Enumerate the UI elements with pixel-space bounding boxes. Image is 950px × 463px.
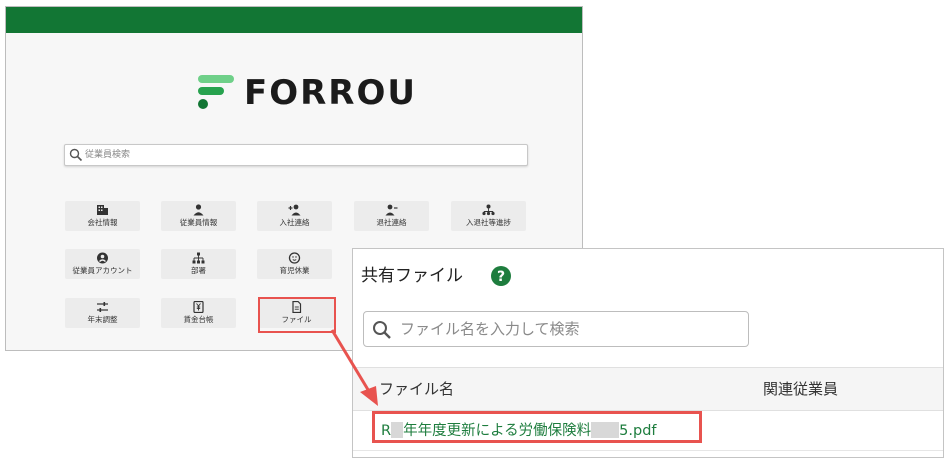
tile-childcare-leave[interactable]: 育児休業 — [257, 249, 332, 279]
sliders-icon — [97, 302, 108, 312]
tile-hire-leave-progress[interactable]: 入退社等進捗 — [451, 201, 526, 231]
tile-label: 退社連絡 — [376, 218, 407, 227]
person-icon — [193, 204, 204, 216]
building-icon — [97, 205, 108, 215]
tile-employee-account[interactable]: 従業員アカウント — [65, 249, 140, 279]
tile-label: 育児休業 — [279, 266, 310, 275]
person-remove-icon — [385, 204, 398, 216]
search-icon — [69, 148, 83, 162]
panel-title: 共有ファイル — [361, 266, 463, 286]
tile-label: 入退社等進捗 — [466, 218, 511, 227]
tile-company-info[interactable]: 会社情報 — [65, 201, 140, 231]
org-chart-icon — [192, 252, 205, 264]
employee-search-input[interactable]: 従業員検索 — [64, 144, 528, 166]
tile-label: 従業員アカウント — [72, 266, 133, 275]
tile-wage-ledger[interactable]: 賃金台帳 — [161, 298, 236, 328]
file-search-input[interactable]: ファイル名を入力して検索 — [363, 311, 749, 347]
file-search-placeholder: ファイル名を入力して検索 — [400, 320, 580, 338]
column-header-related-employee[interactable]: 関連従業員 — [763, 368, 838, 410]
tile-year-end-adjustment[interactable]: 年末調整 — [65, 298, 140, 328]
search-placeholder: 従業員検索 — [85, 150, 131, 160]
tile-hire-notice[interactable]: 入社連絡 — [257, 201, 332, 231]
yen-book-icon — [193, 301, 204, 313]
account-circle-icon — [97, 252, 108, 264]
tile-label: 賃金台帳 — [183, 315, 214, 324]
search-icon — [373, 321, 391, 339]
forrou-logo-icon — [198, 75, 234, 109]
tile-leave-notice[interactable]: 退社連絡 — [354, 201, 429, 231]
tile-label: 入社連絡 — [279, 218, 310, 227]
baby-icon — [288, 252, 301, 264]
file-row-highlight — [372, 411, 702, 443]
tile-employee-info[interactable]: 従業員情報 — [161, 201, 236, 231]
svg-text:?: ? — [497, 269, 505, 285]
tile-label: 部署 — [191, 266, 206, 275]
table-header: ファイル名 関連従業員 — [353, 367, 943, 411]
tile-label: 年末調整 — [87, 315, 118, 324]
tile-department[interactable]: 部署 — [161, 249, 236, 279]
logo-text: FORROU — [244, 73, 418, 113]
file-tile-highlight — [258, 297, 336, 333]
progress-tree-icon — [482, 204, 495, 216]
tile-label: 会社情報 — [87, 218, 118, 227]
top-bar — [6, 7, 582, 33]
question-circle-icon[interactable]: ? — [491, 266, 511, 286]
column-header-file-name[interactable]: ファイル名 — [379, 368, 454, 410]
tile-label: 従業員情報 — [179, 218, 218, 227]
person-add-icon — [288, 204, 301, 216]
